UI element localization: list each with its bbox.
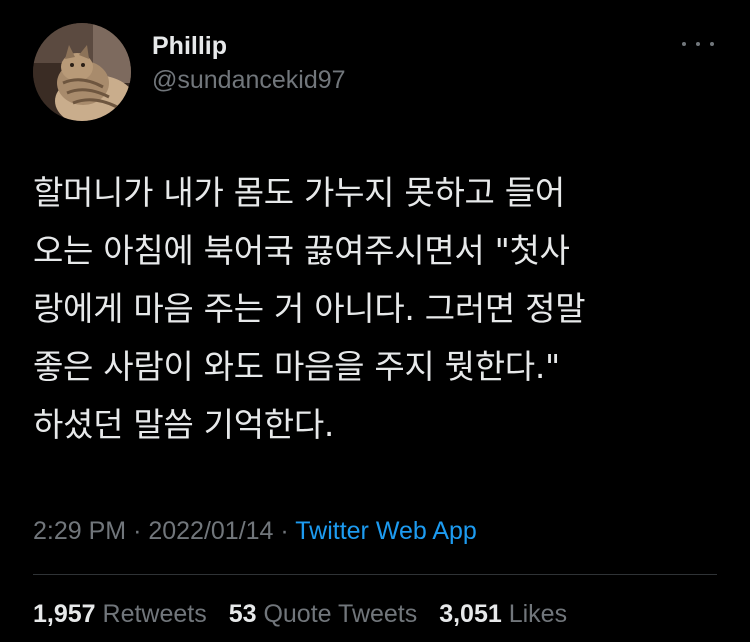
meta-separator: · [133,517,142,545]
divider [33,574,717,575]
tweet-text: 할머니가 내가 몸도 가누지 못하고 들어 오는 아침에 북어국 끓여주시면서 … [33,173,586,444]
tweet-time[interactable]: 2:29 PM [33,517,126,545]
more-horizontal-icon-dot [710,42,714,46]
tweet-stats: 1,957 Retweets 53 Quote Tweets 3,051 Lik… [33,597,582,631]
tweet-meta: 2:29 PM · 2022/01/14 · Twitter Web App [33,514,477,548]
tweet-source-link[interactable]: Twitter Web App [295,517,477,545]
more-horizontal-icon-dot [682,42,686,46]
likes-count: 3,051 [439,600,502,628]
retweets-count: 1,957 [33,600,96,628]
display-name[interactable]: Phillip [152,30,227,62]
quote-tweets-count: 53 [228,600,257,628]
meta-separator: · [280,517,289,545]
retweets-label: Retweets [102,600,207,628]
avatar[interactable] [33,23,131,121]
more-horizontal-icon-dot [696,42,700,46]
user-handle[interactable]: @sundancekid97 [152,64,346,96]
cat-avatar-icon [33,23,131,121]
quote-tweets-stat[interactable]: 53 Quote Tweets [229,597,418,631]
tweet-date[interactable]: 2022/01/14 [148,517,273,545]
quote-tweets-label: Quote Tweets [263,600,418,628]
retweets-stat[interactable]: 1,957 Retweets [33,597,207,631]
likes-label: Likes [508,600,568,628]
likes-stat[interactable]: 3,051 Likes [439,597,567,631]
more-options-button[interactable] [682,34,714,54]
